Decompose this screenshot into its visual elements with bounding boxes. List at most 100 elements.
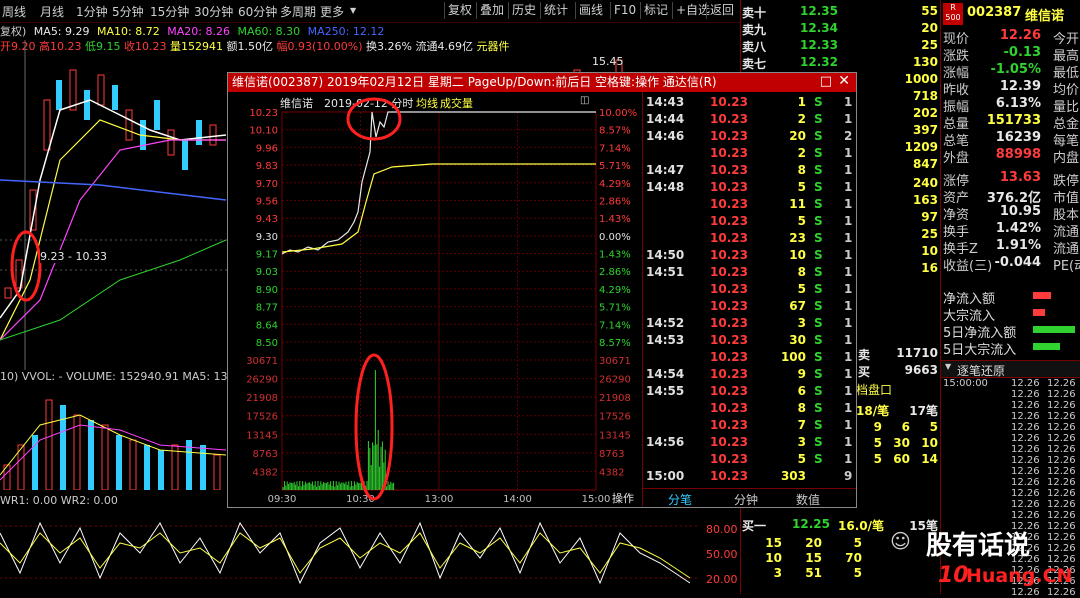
dialog-titlebar[interactable]: 维信诺(002387) 2019年02月12日 星期二 PageUp/Down:… (228, 73, 856, 92)
tick-trades-list[interactable]: 14:43 10.23 1 S 1 14:44 10.23 2 S 1 14:46 10.23 20 S 2… (642, 92, 856, 488)
trade-side: S (814, 248, 823, 262)
trade-row[interactable]: 14:48 10.23 5 S 1 (642, 180, 856, 197)
sell-volume-column: 1000 718 202 397 1209 847 240 163 97 25 … (904, 72, 938, 275)
intraday-chart[interactable]: 维信诺 2019-02-12 分时 均线 成交量 ◫ 10.23 10.00% 10… (228, 92, 643, 506)
flow-bar (1033, 326, 1075, 333)
trade-row[interactable]: 10.23 5 S 1 (642, 452, 856, 469)
buy-cell: 3 (773, 566, 782, 580)
trade-time: 14:44 (646, 112, 685, 126)
sell7-row[interactable]: 卖七 12.32 130 (742, 55, 938, 71)
vol-tick-right: 13145 (599, 430, 631, 441)
trade-volume: 303 (780, 469, 806, 483)
sell10-row[interactable]: 卖十 12.35 55 (742, 4, 938, 20)
tab-30min[interactable]: 30分钟 (194, 3, 233, 20)
sell8-row[interactable]: 卖八 12.33 25 (742, 38, 938, 54)
tab-minutes[interactable]: 分钟 (734, 491, 758, 508)
info-value: 1.91% (995, 238, 1041, 253)
tab-more[interactable]: 更多 (320, 3, 344, 20)
expand-icon[interactable]: ▼ (945, 362, 951, 371)
ma5-label: MA5: 9.29 (33, 25, 90, 38)
trade-row[interactable]: 10.23 67 S 1 (642, 299, 856, 316)
trade-side: S (814, 265, 823, 279)
replay-price: 12.26 (1011, 389, 1040, 400)
tab-60min[interactable]: 60分钟 (238, 3, 277, 20)
wr-level-20: 20.00 (706, 573, 738, 586)
trade-row[interactable]: 14:54 10.23 9 S 1 (642, 367, 856, 384)
trade-row[interactable]: 15:00 10.23 303 9 (642, 469, 856, 486)
trade-row[interactable]: 10.23 11 S 1 (642, 197, 856, 214)
trade-row[interactable]: 14:55 10.23 6 S 1 (642, 384, 856, 401)
trade-row[interactable]: 14:52 10.23 3 S 1 (642, 316, 856, 333)
trade-side: S (814, 95, 823, 109)
trade-row[interactable]: 10.23 7 S 1 (642, 418, 856, 435)
flow-row: 大宗流入 (943, 305, 1080, 324)
trade-time: 14:50 (646, 248, 685, 262)
trade-price: 10.23 (710, 214, 748, 228)
trade-time: 14:53 (646, 333, 685, 347)
history-button[interactable]: 历史 (508, 2, 539, 19)
vol-tick-right: 8763 (599, 449, 624, 460)
trade-side: S (814, 112, 823, 126)
close-icon[interactable]: ✕ (838, 72, 850, 91)
trade-row[interactable]: 14:44 10.23 2 S 1 (642, 112, 856, 129)
trade-volume: 20 (789, 129, 806, 143)
tab-ticks[interactable]: 分笔 (668, 491, 692, 508)
tab-multi-period[interactable]: 多周期 (280, 3, 316, 20)
maximize-icon[interactable]: □ (820, 72, 832, 91)
adjust-button[interactable]: 复权 (444, 2, 475, 19)
vol-tick-right: 4382 (599, 467, 624, 478)
trade-volume: 5 (797, 180, 806, 194)
tab-15min[interactable]: 15分钟 (150, 3, 189, 20)
operate-label[interactable]: 操作 (612, 490, 634, 506)
info-value: -0.044 (994, 255, 1041, 270)
volume-bars (0, 399, 226, 490)
watermark-text: 股有话说 (926, 531, 1031, 561)
tab-week[interactable]: 周线 (2, 3, 26, 20)
stats-button[interactable]: 统计 (540, 2, 571, 19)
tab-1min[interactable]: 1分钟 (76, 3, 108, 20)
replay-row: 12.26 12.26 (941, 444, 1080, 455)
back-button[interactable]: 返回 (706, 2, 737, 19)
stock-code: 002387 (967, 5, 1022, 20)
trade-row[interactable]: 14:46 10.23 20 S 2 (642, 129, 856, 146)
trade-count: 1 (844, 299, 853, 313)
overlay-button[interactable]: 叠加 (476, 2, 507, 19)
sell9-row[interactable]: 卖九 12.34 20 (742, 21, 938, 37)
trade-side: S (814, 418, 823, 432)
caret-down-icon[interactable]: ▼ (350, 6, 356, 15)
trade-volume: 7 (797, 418, 806, 432)
trade-volume: 6 (797, 384, 806, 398)
wr-level-80: 80.00 (706, 523, 738, 536)
info-row: 涨停 13.63 跌停 (943, 170, 1080, 189)
tab-values[interactable]: 数值 (796, 491, 820, 508)
trade-row[interactable]: 10.23 2 S 1 (642, 146, 856, 163)
trade-row[interactable]: 14:47 10.23 8 S 1 (642, 163, 856, 180)
trade-row[interactable]: 14:43 10.23 1 S 1 (642, 95, 856, 112)
trade-volume: 5 (797, 214, 806, 228)
trade-row[interactable]: 10.23 8 S 1 (642, 401, 856, 418)
price-tick: 9.43 (256, 214, 278, 225)
trade-row[interactable]: 14:53 10.23 30 S 1 (642, 333, 856, 350)
pct-tick: 7.14% (599, 320, 631, 331)
f10-button[interactable]: F10 (610, 2, 639, 19)
replay-price2: 12.26 (1047, 400, 1076, 411)
trade-row[interactable]: 14:56 10.23 3 S 1 (642, 435, 856, 452)
vol-tick-right: 21908 (599, 393, 631, 404)
trade-volume: 2 (797, 146, 806, 160)
trade-row[interactable]: 14:50 10.23 10 S 1 (642, 248, 856, 265)
info-row: 净资 10.95 股本 (943, 204, 1080, 223)
trade-row[interactable]: 14:51 10.23 8 S 1 (642, 265, 856, 282)
mark-button[interactable]: 标记 (640, 2, 671, 19)
trade-volume: 23 (789, 231, 806, 245)
trade-row[interactable]: 10.23 5 S 1 (642, 214, 856, 231)
tab-month[interactable]: 月线 (40, 3, 64, 20)
draw-line-button[interactable]: 画线 (575, 2, 606, 19)
trade-row[interactable]: 10.23 100 S 1 (642, 350, 856, 367)
tab-5min[interactable]: 5分钟 (112, 3, 144, 20)
pct-tick: 2.86% (599, 267, 631, 278)
trade-row[interactable]: 10.23 5 S 1 (642, 282, 856, 299)
bi-cell: 5 (929, 420, 938, 434)
trade-side: S (814, 129, 823, 143)
trade-row[interactable]: 10.23 23 S 1 (642, 231, 856, 248)
flow-bar (1033, 292, 1051, 299)
